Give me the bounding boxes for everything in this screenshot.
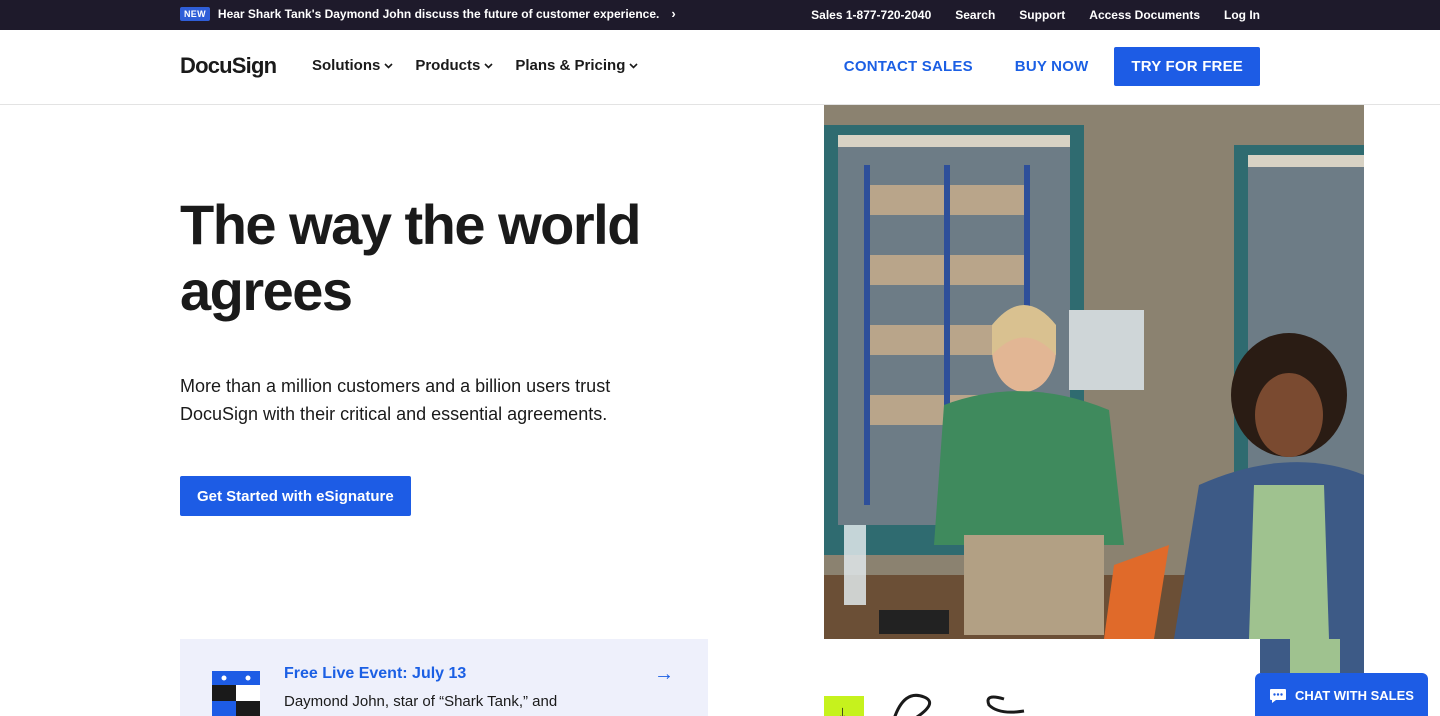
support-link[interactable]: Support [1019,8,1065,22]
event-title[interactable]: Free Live Event: July 13 [284,665,466,683]
nav-plans-pricing[interactable]: Plans & Pricing [515,57,638,74]
nav-products-label: Products [415,57,481,74]
nav-plans-pricing-label: Plans & Pricing [515,57,626,74]
hero-title: The way the world agrees [180,193,641,322]
sales-phone-link[interactable]: Sales 1-877-720-2040 [811,8,931,22]
chat-with-sales-button[interactable]: CHAT WITH SALES [1255,673,1428,716]
chat-with-sales-label: CHAT WITH SALES [1295,688,1414,703]
nav-solutions[interactable]: Solutions [312,57,393,74]
nav-products[interactable]: Products [415,57,493,74]
access-documents-link[interactable]: Access Documents [1089,8,1200,22]
promo-link[interactable]: NEW Hear Shark Tank's Daymond John discu… [180,6,676,21]
hero-subtitle: More than a million customers and a bill… [180,376,611,424]
chevron-right-icon[interactable]: › [671,6,675,21]
get-started-button[interactable]: Get Started with eSignature [180,476,411,516]
log-in-link[interactable]: Log In [1224,8,1260,22]
nav-solutions-label: Solutions [312,57,381,74]
hero-photo-extension [1260,639,1364,673]
announcement-bar: NEW Hear Shark Tank's Daymond John discu… [0,0,1440,30]
contact-sales-link[interactable]: CONTACT SALES [844,58,973,75]
new-badge: NEW [180,6,210,21]
event-card[interactable]: Free Live Event: July 13 Daymond John, s… [180,639,708,716]
utility-nav: Sales 1-877-720-2040 Search Support Acce… [811,8,1260,22]
main-header: DocuSign Solutions Products Plans & Pric… [0,30,1440,105]
hero-photo [824,105,1364,639]
arrow-right-icon[interactable]: → [654,663,674,686]
chevron-down-icon [629,61,638,72]
search-link[interactable]: Search [955,8,995,22]
buy-now-link[interactable]: BUY NOW [1015,58,1089,75]
chevron-down-icon [384,61,393,72]
docusign-logo[interactable]: DocuSign [180,53,277,79]
download-icon: ↓ [824,696,864,716]
promo-text[interactable]: Hear Shark Tank's Daymond John discuss t… [218,7,659,21]
calendar-icon [212,671,260,716]
header-ctas: CONTACT SALES BUY NOW TRY FOR FREE [844,47,1260,86]
chevron-down-icon [484,61,493,72]
signature-scribble [893,693,1025,716]
event-description: Daymond John, star of “Shark Tank,” and [284,693,558,710]
chat-bubble-icon [1270,688,1287,703]
main-nav: Solutions Products Plans & Pricing [312,57,638,74]
try-for-free-button[interactable]: TRY FOR FREE [1114,47,1260,86]
signature-card: ↓ [824,639,1260,716]
